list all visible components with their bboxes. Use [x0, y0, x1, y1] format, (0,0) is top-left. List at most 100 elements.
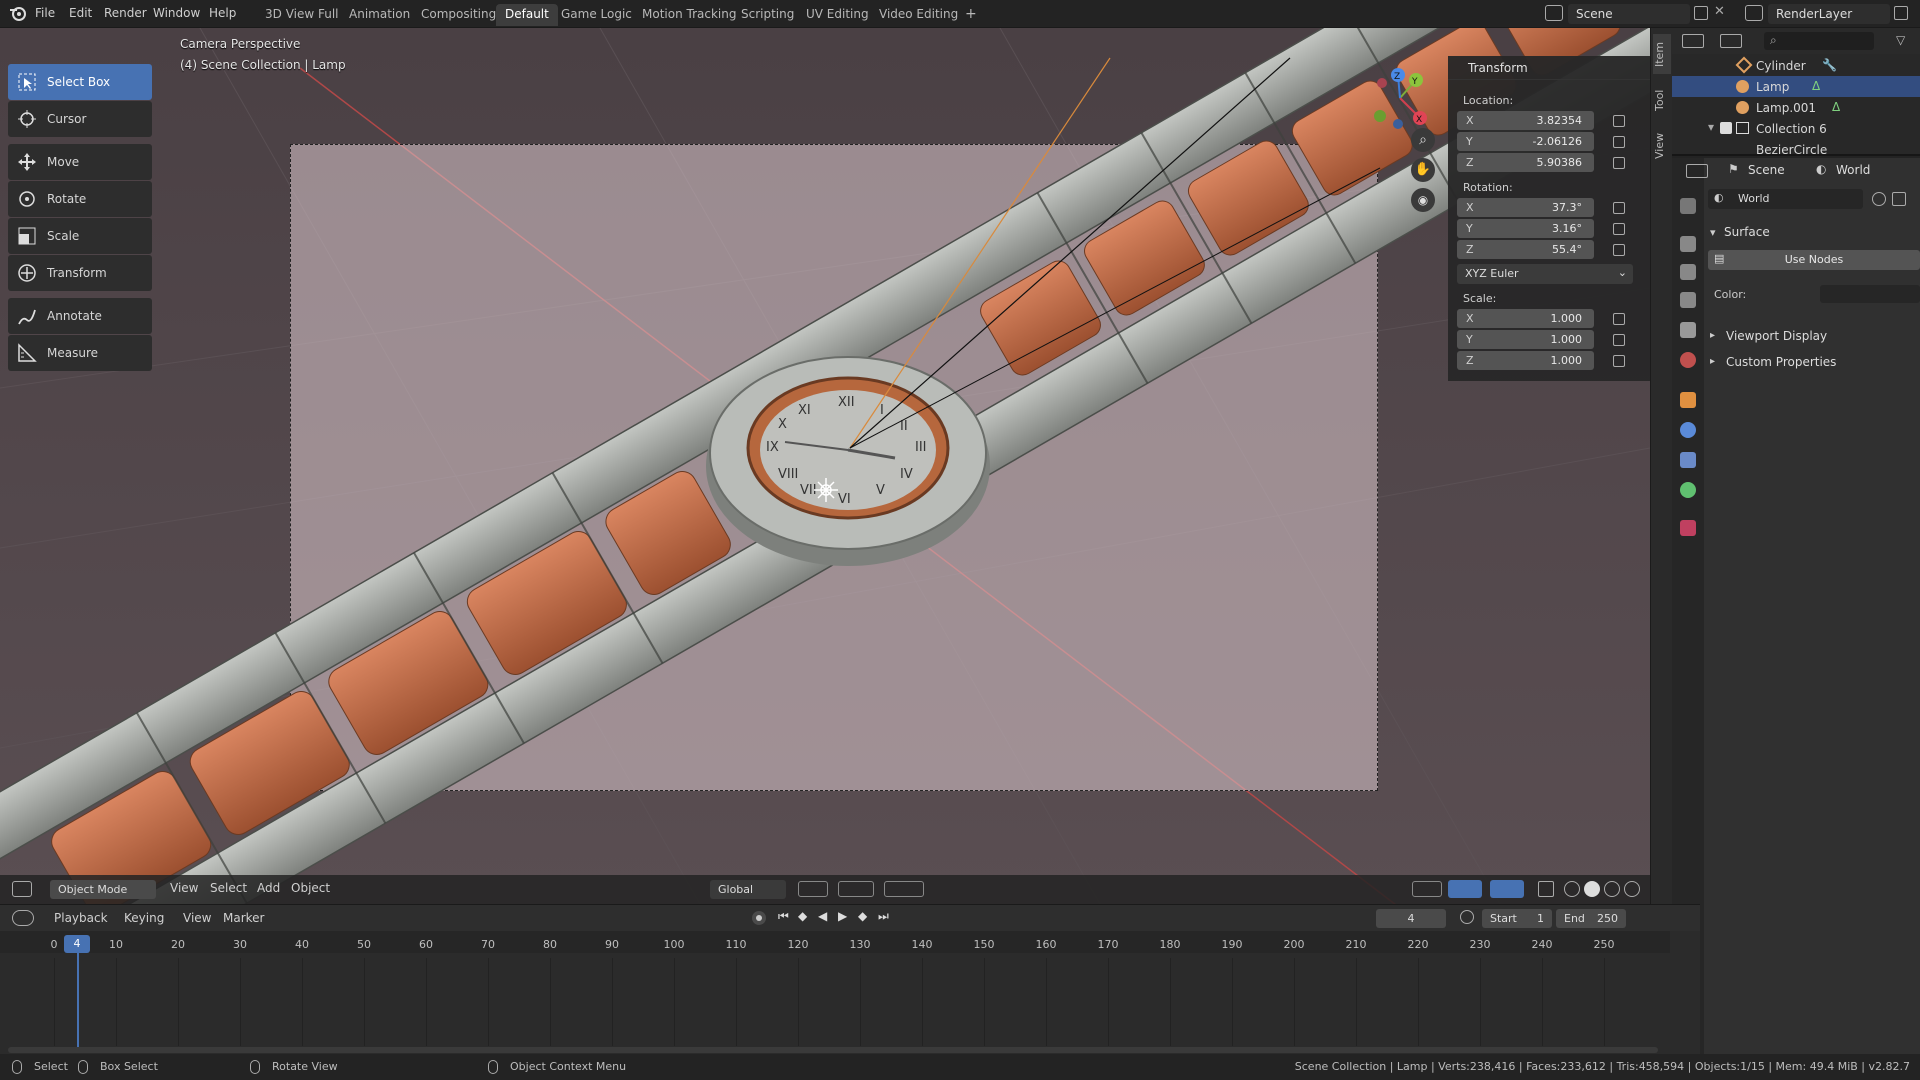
end-frame-field[interactable]: End 250 [1556, 909, 1626, 928]
checkbox-icon[interactable] [1720, 122, 1732, 134]
stopwatch-icon[interactable] [1460, 910, 1474, 924]
add-workspace-button[interactable]: + [956, 3, 986, 25]
modifier-wrench-icon[interactable]: 🔧 [1822, 58, 1837, 72]
scale-z-field[interactable]: Z 1.000 [1457, 351, 1594, 370]
editor-type-icon[interactable] [12, 881, 32, 897]
breadcrumb-world[interactable]: World [1836, 163, 1870, 177]
close-scene-icon[interactable]: ✕ [1714, 4, 1725, 19]
menu-select[interactable]: Select [210, 881, 247, 895]
color-swatch[interactable] [1820, 285, 1920, 303]
outliner-editor-icon[interactable] [1682, 34, 1704, 48]
new-scene-icon[interactable] [1694, 6, 1708, 20]
world-tab-icon[interactable] [1680, 352, 1696, 368]
tab-animation[interactable]: Animation [340, 4, 419, 26]
rotation-z-field[interactable]: Z 55.4° [1457, 240, 1594, 259]
menu-view[interactable]: View [183, 911, 211, 925]
output-tab-icon[interactable] [1680, 264, 1696, 280]
lock-icon[interactable] [1613, 313, 1625, 325]
menu-view[interactable]: View [170, 881, 198, 895]
start-frame-field[interactable]: Start 1 [1482, 909, 1552, 928]
expand-arrow-icon[interactable]: ▸ [1710, 330, 1715, 341]
expand-arrow-icon[interactable]: ▾ [1708, 120, 1714, 134]
scene-tab-icon[interactable] [1680, 322, 1696, 338]
snap-icon[interactable] [838, 881, 874, 897]
gizmo-toggle-icon[interactable] [1448, 880, 1482, 898]
current-frame-field[interactable]: 4 [1376, 909, 1446, 928]
surface-panel-header[interactable]: Surface [1724, 225, 1770, 239]
rendered-shading-icon[interactable] [1624, 881, 1640, 897]
lock-icon[interactable] [1613, 223, 1625, 235]
rotation-mode-dropdown[interactable]: XYZ Euler ⌄ [1457, 264, 1633, 284]
render-layer-field[interactable]: RenderLayer [1768, 4, 1890, 24]
lock-icon[interactable] [1613, 202, 1625, 214]
pan-hand-icon[interactable]: ✋ [1411, 158, 1435, 182]
new-render-layer-icon[interactable] [1894, 6, 1908, 20]
outliner-row-cylinder[interactable]: Cylinder 🔧 [1672, 55, 1920, 76]
expand-arrow-icon[interactable]: ▸ [1710, 356, 1715, 367]
pivot-icon[interactable] [798, 881, 828, 897]
timeline-scrollbar[interactable] [8, 1047, 1658, 1053]
menu-object[interactable]: Object [291, 881, 330, 895]
camera-view-icon[interactable]: ◉ [1411, 188, 1435, 212]
play-reverse-icon[interactable]: ◀ [818, 909, 827, 923]
overlay-toggle-icon[interactable] [1490, 880, 1524, 898]
proportional-edit-icon[interactable] [884, 881, 924, 897]
record-icon[interactable] [752, 911, 766, 925]
fake-user-icon[interactable] [1872, 192, 1886, 206]
tab-motion-tracking[interactable]: Motion Tracking [633, 4, 745, 26]
physics-tab-icon[interactable] [1680, 422, 1696, 438]
outliner-row-lamp-001[interactable]: Lamp.001 ᐃ [1672, 97, 1920, 118]
use-nodes-button[interactable]: ▤ Use Nodes [1708, 250, 1920, 270]
object-data-tab-icon[interactable] [1680, 482, 1696, 498]
playhead-frame[interactable]: 4 [64, 935, 90, 953]
mode-dropdown[interactable]: Object Mode [50, 880, 156, 899]
location-z-field[interactable]: Z 5.90386 [1457, 153, 1594, 172]
zoom-icon[interactable]: ⌕ [1411, 128, 1435, 152]
light-data-icon[interactable]: ᐃ [1812, 79, 1820, 93]
scale-y-field[interactable]: Y 1.000 [1457, 330, 1594, 349]
tab-compositing[interactable]: Compositing [412, 4, 505, 26]
tab-view[interactable]: View [1653, 126, 1671, 166]
object-tab-icon[interactable] [1680, 392, 1696, 408]
wireframe-shading-icon[interactable] [1564, 881, 1580, 897]
tab-scripting[interactable]: Scripting [732, 4, 803, 26]
xray-icon[interactable] [1538, 881, 1554, 897]
tool-scale[interactable]: Scale [8, 218, 152, 254]
3d-viewport[interactable]: XII III VI IX I II IV V VII VIII X XI Camera Pers… [0, 28, 1650, 904]
prev-keyframe-icon[interactable]: ◆ [798, 909, 807, 923]
lock-icon[interactable] [1613, 115, 1625, 127]
scale-x-field[interactable]: X 1.000 [1457, 309, 1594, 328]
menu-edit[interactable]: Edit [69, 6, 92, 20]
tab-item[interactable]: Item [1653, 34, 1671, 74]
lock-icon[interactable] [1613, 157, 1625, 169]
breadcrumb-scene[interactable]: Scene [1748, 163, 1785, 177]
blender-logo-icon[interactable] [9, 4, 27, 22]
scene-selector-icon[interactable] [1545, 5, 1563, 21]
tab-game-logic[interactable]: Game Logic [552, 4, 641, 26]
outliner-search-input[interactable]: ⌕ [1764, 32, 1874, 50]
menu-help[interactable]: Help [209, 6, 236, 20]
tool-transform[interactable]: Transform [8, 255, 152, 291]
tool-select-box[interactable]: Select Box [8, 64, 152, 100]
render-layer-icon[interactable] [1745, 5, 1763, 21]
watch-model[interactable]: XIIIIIVIIX IIIIVV VIIVIIIXXI [0, 28, 1650, 904]
outliner-row-lamp[interactable]: Lamp ᐃ [1672, 76, 1920, 97]
transform-panel-header[interactable]: Transform [1448, 56, 1650, 80]
play-icon[interactable]: ▶ [838, 909, 847, 923]
duplicate-icon[interactable] [1892, 192, 1906, 206]
timeline-editor-icon[interactable] [12, 910, 34, 926]
render-tab-icon[interactable] [1680, 236, 1696, 252]
tool-annotate[interactable]: Annotate [8, 298, 152, 334]
world-datablock-field[interactable]: ◐ World [1708, 189, 1863, 209]
texture-tab-icon[interactable] [1680, 520, 1696, 536]
lock-icon[interactable] [1613, 334, 1625, 346]
tool-rotate[interactable]: Rotate [8, 181, 152, 217]
tool-tab-icon[interactable] [1680, 198, 1696, 214]
tab-default[interactable]: Default [496, 4, 558, 26]
tool-measure[interactable]: Measure [8, 335, 152, 371]
playhead-line[interactable] [77, 953, 79, 1049]
constraints-tab-icon[interactable] [1680, 452, 1696, 468]
visibility-icon[interactable] [1412, 881, 1442, 897]
menu-marker[interactable]: Marker [223, 911, 264, 925]
outliner-row-beziercircle[interactable]: BezierCircle [1672, 139, 1920, 154]
